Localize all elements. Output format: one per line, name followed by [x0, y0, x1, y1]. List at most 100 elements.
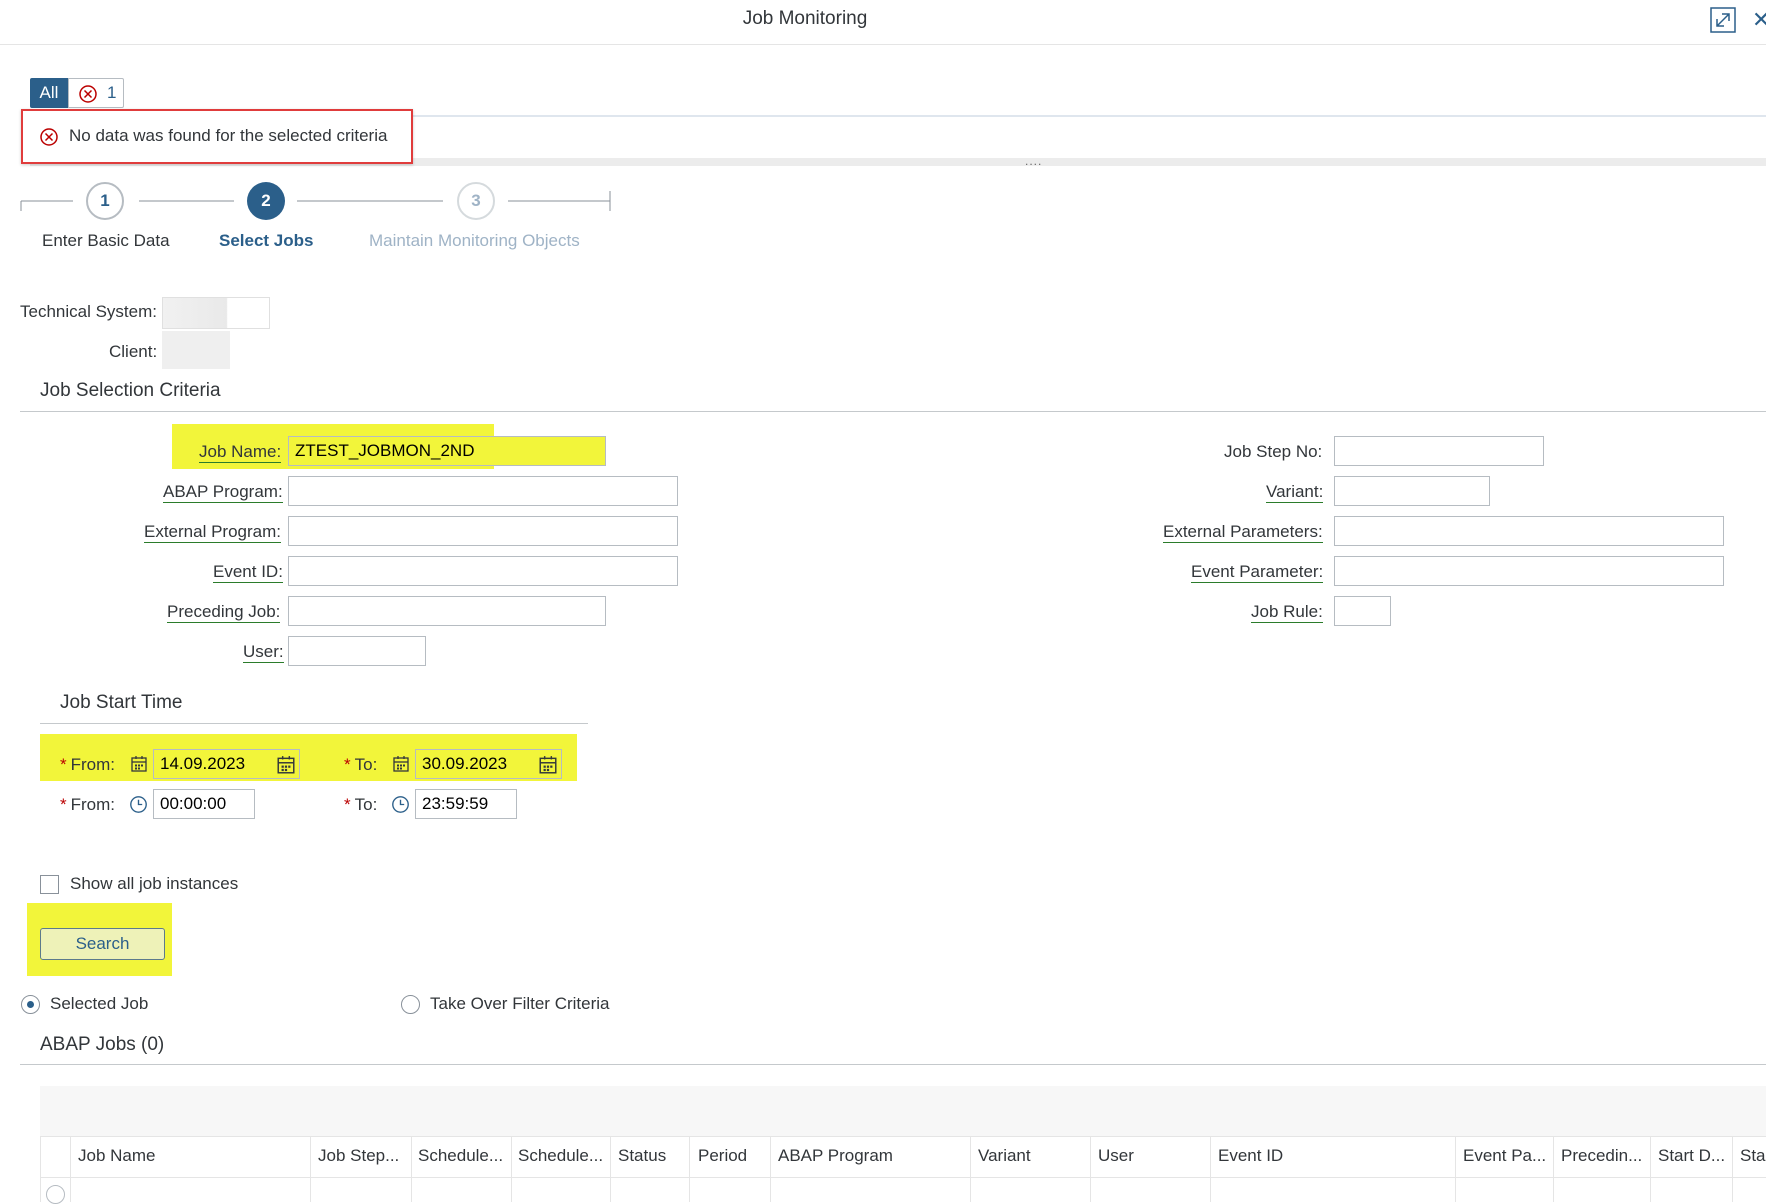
job-name-input[interactable]: ZTEST_JOBMON_2ND [288, 436, 606, 466]
selected-job-radio[interactable] [21, 995, 40, 1014]
radio-dot [27, 1001, 34, 1008]
column-separator [1732, 1136, 1733, 1202]
column-separator [70, 1136, 71, 1202]
external-parameters-input[interactable] [1334, 516, 1724, 546]
from-date-label: * From: [60, 755, 116, 774]
take-over-filter-label: Take Over Filter Criteria [430, 994, 610, 1013]
event-parameter-label: Event Parameter: [1191, 562, 1324, 583]
job-rule-input[interactable] [1334, 596, 1391, 626]
calendar-icon [131, 756, 147, 772]
column-separator [1553, 1136, 1554, 1202]
error-count: 1 [107, 83, 117, 102]
variant-input[interactable] [1334, 476, 1490, 506]
error-icon [40, 128, 58, 146]
column-header-user[interactable]: User [1098, 1146, 1208, 1166]
column-separator [689, 1136, 690, 1202]
to-time-label: * To: [344, 795, 378, 814]
client-value [162, 331, 230, 369]
abap-jobs-divider [20, 1064, 1766, 1065]
calendar-icon [393, 756, 409, 772]
clock-icon [130, 796, 147, 813]
column-header-preceding[interactable]: Precedin... [1561, 1146, 1649, 1166]
step-2-label[interactable]: Select Jobs [219, 231, 314, 251]
variant-label: Variant: [1266, 482, 1324, 503]
error-message-callout: No data was found for the selected crite… [21, 109, 413, 164]
fullscreen-icon[interactable] [1709, 6, 1737, 34]
selected-job-label: Selected Job [50, 994, 149, 1013]
abap-program-label: ABAP Program: [163, 482, 283, 503]
job-step-no-label: Job Step No: [1224, 442, 1323, 461]
event-parameter-input[interactable] [1334, 556, 1724, 586]
abap-jobs-title: ABAP Jobs (0) [40, 1034, 165, 1055]
step-2-circle[interactable]: 2 [247, 182, 285, 220]
step-2-number: 2 [261, 191, 271, 210]
job-rule-label: Job Rule: [1251, 602, 1323, 623]
technical-system-label: Technical System: [20, 302, 157, 321]
resize-handle-icon[interactable]: .... [1025, 154, 1042, 168]
show-all-instances-checkbox[interactable] [40, 875, 59, 894]
column-separator [1210, 1136, 1211, 1202]
column-separator [770, 1136, 771, 1202]
job-name-label: Job Name: [199, 442, 282, 463]
step-1-label[interactable]: Enter Basic Data [42, 231, 170, 251]
event-id-label: Event ID: [213, 562, 283, 583]
window-title: Job Monitoring [742, 8, 868, 29]
column-separator [411, 1136, 412, 1202]
column-header-schedule-2[interactable]: Schedule... [518, 1146, 610, 1166]
step-3-circle[interactable]: 3 [457, 182, 495, 220]
table-toolbar [40, 1086, 1766, 1137]
column-header-variant[interactable]: Variant [978, 1146, 1088, 1166]
user-input[interactable] [288, 636, 426, 666]
date-picker-icon[interactable] [538, 755, 558, 775]
clock-icon [392, 796, 409, 813]
job-selection-title: Job Selection Criteria [40, 380, 221, 401]
step-1-circle[interactable]: 1 [86, 182, 124, 220]
search-button-label: Search [75, 934, 130, 953]
column-header-job-name[interactable]: Job Name [78, 1146, 308, 1166]
row-select-radio[interactable] [46, 1185, 65, 1204]
column-separator [511, 1136, 512, 1202]
message-filter-errors[interactable]: 1 [68, 78, 124, 108]
external-program-input[interactable] [288, 516, 678, 546]
column-header-period[interactable]: Period [698, 1146, 768, 1166]
job-selection-divider [20, 411, 1766, 412]
column-header-job-step[interactable]: Job Step... [318, 1146, 410, 1166]
error-message-text: No data was found for the selected crite… [69, 126, 388, 145]
close-icon[interactable]: ✕ [1752, 7, 1766, 33]
column-header-status[interactable]: Status [618, 1146, 688, 1166]
step-3-number: 3 [471, 191, 481, 210]
message-filter-all[interactable]: All [30, 78, 68, 108]
column-separator [40, 1136, 41, 1202]
step-3-label: Maintain Monitoring Objects [369, 231, 580, 250]
error-icon [79, 85, 97, 103]
column-header-abap-program[interactable]: ABAP Program [778, 1146, 968, 1166]
column-separator [610, 1136, 611, 1202]
to-time-input[interactable]: 23:59:59 [415, 789, 517, 819]
from-time-input[interactable]: 00:00:00 [153, 789, 255, 819]
column-header-event-parameter[interactable]: Event Pa... [1463, 1146, 1551, 1166]
job-step-no-input[interactable] [1334, 436, 1544, 466]
user-label: User: [243, 642, 284, 663]
filter-all-label: All [39, 83, 59, 102]
column-separator [310, 1136, 311, 1202]
job-start-time-title: Job Start Time [60, 692, 183, 713]
column-header-start[interactable]: Star [1740, 1146, 1766, 1166]
abap-program-input[interactable] [288, 476, 678, 506]
column-separator [1455, 1136, 1456, 1202]
column-header-event-id[interactable]: Event ID [1218, 1146, 1453, 1166]
job-start-time-divider [40, 723, 588, 724]
column-header-schedule-1[interactable]: Schedule... [418, 1146, 510, 1166]
preceding-job-input[interactable] [288, 596, 606, 626]
external-program-label: External Program: [144, 522, 281, 543]
event-id-input[interactable] [288, 556, 678, 586]
column-header-start-date[interactable]: Start D... [1658, 1146, 1730, 1166]
external-parameters-label: External Parameters: [1163, 522, 1323, 543]
take-over-filter-radio[interactable] [401, 995, 420, 1014]
show-all-instances-label: Show all job instances [70, 874, 239, 893]
to-date-label: * To: [344, 755, 378, 774]
search-button[interactable]: Search [40, 928, 165, 960]
date-picker-icon[interactable] [276, 755, 296, 775]
column-separator [970, 1136, 971, 1202]
header-divider [0, 44, 1766, 45]
step-1-number: 1 [100, 191, 110, 210]
